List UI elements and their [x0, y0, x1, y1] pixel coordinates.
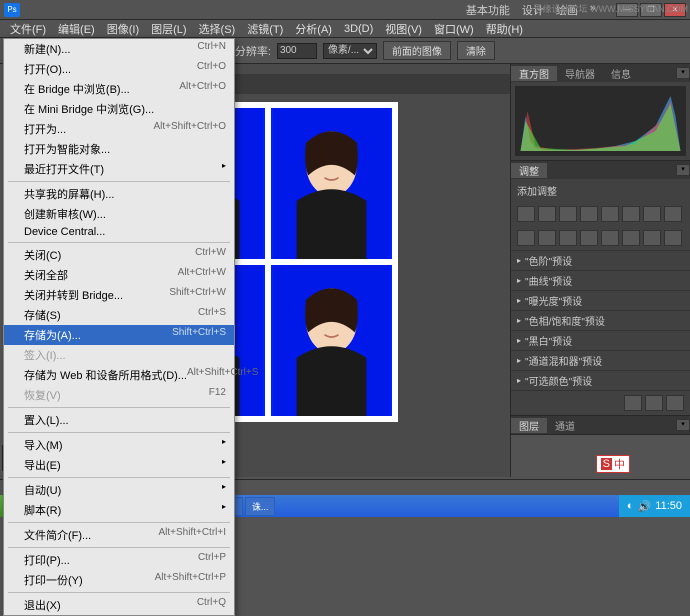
clock[interactable]: 11:50	[655, 500, 682, 512]
menu-analysis[interactable]: 分析(A)	[289, 21, 338, 37]
menu-help[interactable]: 帮助(H)	[480, 21, 529, 37]
menu-image[interactable]: 图像(I)	[101, 21, 145, 37]
resolution-input[interactable]	[277, 43, 317, 59]
menu-item[interactable]: 导入(M)▸	[4, 435, 234, 455]
menu-item[interactable]: 文件简介(F)...Alt+Shift+Ctrl+I	[4, 525, 234, 545]
menu-item[interactable]: 最近打开文件(T)▸	[4, 159, 234, 179]
bw-icon[interactable]	[643, 206, 661, 222]
menu-item[interactable]: 创建新审核(W)...	[4, 204, 234, 224]
preset-action-icon[interactable]	[645, 395, 663, 411]
menu-item[interactable]: 关闭并转到 Bridge...Shift+Ctrl+W	[4, 285, 234, 305]
trash-icon[interactable]	[666, 395, 684, 411]
brightness-icon[interactable]	[517, 206, 535, 222]
menu-item[interactable]: 导出(E)▸	[4, 455, 234, 475]
menu-item[interactable]: 打开为智能对象...	[4, 139, 234, 159]
menu-bar[interactable]: 文件(F) 编辑(E) 图像(I) 图层(L) 选择(S) 滤镜(T) 分析(A…	[0, 20, 690, 38]
file-menu-dropdown[interactable]: 新建(N)...Ctrl+N打开(O)...Ctrl+O在 Bridge 中浏览…	[3, 38, 235, 616]
preset-item[interactable]: "可选颜色"预设	[511, 370, 690, 390]
invert-icon[interactable]	[538, 230, 556, 246]
add-adjustment-label: 添加调整	[511, 179, 690, 202]
menu-item[interactable]: 在 Mini Bridge 中浏览(G)...	[4, 99, 234, 119]
panel-menu-icon[interactable]: ▾	[676, 419, 690, 431]
menu-item[interactable]: 脚本(R)▸	[4, 500, 234, 520]
menu-item: 恢复(V)F12	[4, 385, 234, 405]
preset-item[interactable]: "通道混和器"预设	[511, 350, 690, 370]
adj-extra2-icon[interactable]	[664, 230, 682, 246]
menu-edit[interactable]: 编辑(E)	[52, 21, 101, 37]
unit-select[interactable]: 像素/...	[323, 43, 377, 59]
selective-color-icon[interactable]	[622, 230, 640, 246]
menu-item[interactable]: 退出(X)Ctrl+Q	[4, 595, 234, 615]
menu-item[interactable]: 存储为 Web 和设备所用格式(D)...Alt+Shift+Ctrl+S	[4, 365, 234, 385]
menu-window[interactable]: 窗口(W)	[428, 21, 480, 37]
menu-item[interactable]: 关闭全部Alt+Ctrl+W	[4, 265, 234, 285]
taskbar-item[interactable]: 诛...	[245, 497, 276, 516]
layers-tab[interactable]: 图层	[511, 418, 547, 433]
menu-select[interactable]: 选择(S)	[193, 21, 242, 37]
exposure-icon[interactable]	[580, 206, 598, 222]
preset-item[interactable]: "色相/饱和度"预设	[511, 310, 690, 330]
menu-item[interactable]: 共享我的屏幕(H)...	[4, 184, 234, 204]
menu-item[interactable]: 存储为(A)...Shift+Ctrl+S	[4, 325, 234, 345]
channels-tab[interactable]: 通道	[547, 418, 583, 433]
menu-filter[interactable]: 滤镜(T)	[241, 21, 289, 37]
adjustment-icons[interactable]	[511, 202, 690, 226]
panel-menu-icon[interactable]: ▾	[676, 164, 690, 176]
ime-badge[interactable]: S中	[596, 455, 630, 473]
gradient-map-icon[interactable]	[601, 230, 619, 246]
front-image-button[interactable]: 前面的图像	[383, 41, 451, 60]
menu-3d[interactable]: 3D(D)	[338, 23, 379, 35]
menu-view[interactable]: 视图(V)	[379, 21, 428, 37]
adj-extra1-icon[interactable]	[643, 230, 661, 246]
preset-item[interactable]: "曲线"预设	[511, 270, 690, 290]
id-photo	[271, 265, 392, 416]
preset-item[interactable]: "曝光度"预设	[511, 290, 690, 310]
panel-menu-icon[interactable]: ▾	[676, 67, 690, 79]
menu-item[interactable]: 存储(S)Ctrl+S	[4, 305, 234, 325]
curves-icon[interactable]	[559, 206, 577, 222]
menu-item[interactable]: 打印一份(Y)Alt+Shift+Ctrl+P	[4, 570, 234, 590]
id-photo	[271, 108, 392, 259]
vibrance-icon[interactable]	[601, 206, 619, 222]
menu-item[interactable]: 置入(L)...	[4, 410, 234, 430]
menu-item[interactable]: 自动(U)▸	[4, 480, 234, 500]
preset-item[interactable]: "色阶"预设	[511, 250, 690, 270]
preset-item[interactable]: "黑白"预设	[511, 330, 690, 350]
menu-item[interactable]: 打开(O)...Ctrl+O	[4, 59, 234, 79]
menu-item[interactable]: Device Central...	[4, 224, 234, 240]
hue-icon[interactable]	[622, 206, 640, 222]
adjustments-tab[interactable]: 调整	[511, 163, 547, 178]
app-icon: Ps	[4, 3, 20, 17]
photo-filter-icon[interactable]	[664, 206, 682, 222]
clear-button[interactable]: 清除	[457, 41, 495, 60]
threshold-icon[interactable]	[580, 230, 598, 246]
posterize-icon[interactable]	[559, 230, 577, 246]
histogram-tab[interactable]: 直方图	[511, 66, 557, 81]
tray-icon[interactable]: ◐	[627, 500, 634, 512]
menu-item[interactable]: 新建(N)...Ctrl+N	[4, 39, 234, 59]
menu-layer[interactable]: 图层(L)	[145, 21, 192, 37]
menu-file[interactable]: 文件(F)	[4, 21, 52, 37]
menu-item[interactable]: 打开为...Alt+Shift+Ctrl+O	[4, 119, 234, 139]
info-tab[interactable]: 信息	[603, 66, 639, 81]
system-tray[interactable]: ◐ 🔊 11:50	[619, 495, 690, 517]
menu-item[interactable]: 在 Bridge 中浏览(B)...Alt+Ctrl+O	[4, 79, 234, 99]
watermark: 思缘设计论坛 WWW.MISSYUAN.COM	[534, 2, 689, 15]
menu-item[interactable]: 打印(P)...Ctrl+P	[4, 550, 234, 570]
histogram	[515, 86, 686, 156]
tray-icon[interactable]: 🔊	[638, 500, 652, 513]
navigator-tab[interactable]: 导航器	[557, 66, 603, 81]
channel-mixer-icon[interactable]	[517, 230, 535, 246]
levels-icon[interactable]	[538, 206, 556, 222]
menu-item[interactable]: 关闭(C)Ctrl+W	[4, 245, 234, 265]
preset-action-icon[interactable]	[624, 395, 642, 411]
menu-item: 签入(I)...	[4, 345, 234, 365]
panels: 直方图 导航器 信息 ▾ 调整 ▾ 添加调整 "色阶"预设"曲线"预设"曝光度"预…	[510, 64, 690, 477]
